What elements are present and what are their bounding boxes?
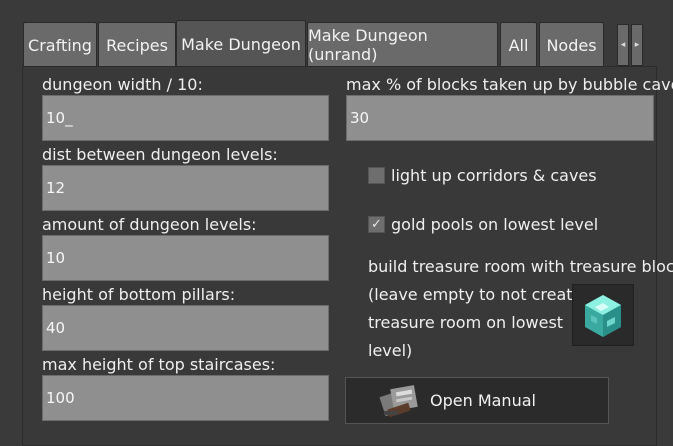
level-amount-input[interactable]: 10 bbox=[42, 235, 329, 281]
level-amount-label: amount of dungeon levels: bbox=[42, 215, 257, 234]
level-distance-label: dist between dungeon levels: bbox=[42, 145, 278, 164]
pillar-height-label: height of bottom pillars: bbox=[42, 285, 236, 304]
tab-scroll-right-button[interactable]: ▸ bbox=[631, 24, 643, 66]
staircase-height-label: max height of top staircases: bbox=[42, 355, 276, 374]
book-icon bbox=[379, 384, 418, 417]
bubble-caves-label: max % of blocks taken up by bubble caves… bbox=[346, 75, 673, 94]
open-manual-label: Open Manual bbox=[430, 391, 536, 410]
check-icon: ✓ bbox=[371, 217, 382, 232]
gold-pools-label: gold pools on lowest level bbox=[391, 215, 599, 234]
level-distance-input[interactable]: 12 bbox=[42, 165, 329, 211]
open-manual-button[interactable]: Open Manual bbox=[345, 377, 609, 424]
treasure-room-label: build treasure room with treasure block: bbox=[368, 257, 673, 276]
arrow-left-icon: ◂ bbox=[620, 40, 626, 50]
dungeon-width-label: dungeon width / 10: bbox=[42, 75, 203, 94]
tab-crafting[interactable]: Crafting bbox=[23, 22, 97, 67]
diamond-block-icon bbox=[585, 295, 621, 337]
treasure-hint-line-1: (leave empty to not create bbox=[368, 285, 583, 304]
staircase-height-input[interactable]: 100 bbox=[42, 375, 329, 421]
gold-pools-checkbox[interactable]: ✓ bbox=[368, 216, 385, 233]
tab-nodes[interactable]: Nodes bbox=[539, 22, 604, 67]
treasure-hint-line-3: level) bbox=[368, 341, 413, 360]
pillar-height-input[interactable]: 40 bbox=[42, 305, 329, 351]
arrow-right-icon: ▸ bbox=[634, 40, 640, 50]
tab-scroll-left-button[interactable]: ◂ bbox=[617, 24, 629, 66]
tab-make-dungeon[interactable]: Make Dungeon bbox=[176, 20, 306, 67]
light-corridors-checkbox[interactable] bbox=[368, 167, 385, 184]
tab-recipes[interactable]: Recipes bbox=[98, 22, 176, 67]
tab-all[interactable]: All bbox=[500, 22, 537, 67]
dungeon-width-input[interactable]: 10_ bbox=[42, 95, 329, 141]
tab-make-dungeon-unrand[interactable]: Make Dungeon (unrand) bbox=[307, 22, 498, 67]
light-corridors-label: light up corridors & caves bbox=[391, 166, 597, 185]
bubble-caves-input[interactable]: 30 bbox=[346, 95, 654, 141]
treasure-hint-line-2: treasure room on lowest bbox=[368, 313, 564, 332]
treasure-block-slot[interactable] bbox=[572, 284, 634, 346]
